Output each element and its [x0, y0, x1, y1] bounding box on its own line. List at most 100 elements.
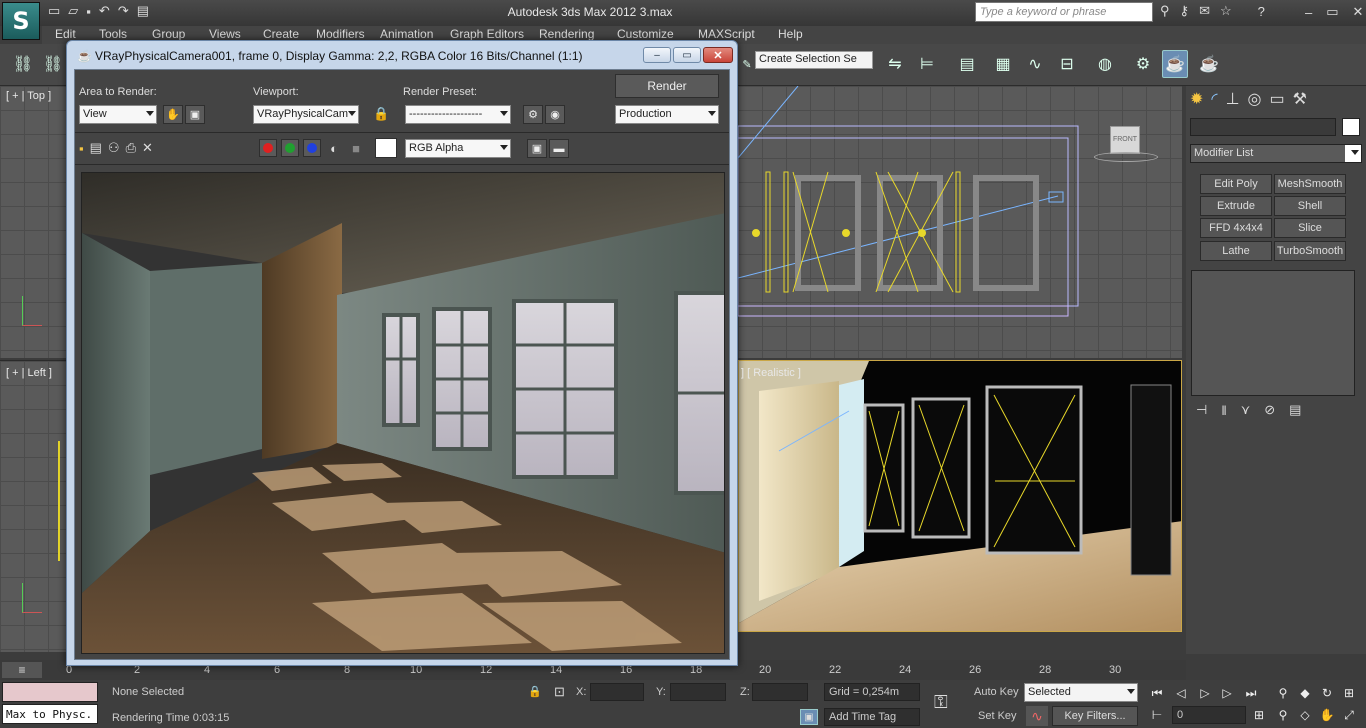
render-setup-icon[interactable]: ⚙: [1130, 50, 1156, 78]
menu-rendering[interactable]: Rendering: [539, 27, 594, 41]
blue-channel-icon[interactable]: [303, 139, 321, 157]
key-mode-dropdown[interactable]: Selected: [1024, 683, 1138, 702]
previous-frame-icon[interactable]: ◁: [1172, 684, 1190, 702]
binoculars-icon[interactable]: ⚲: [1160, 3, 1170, 19]
align-icon[interactable]: ⊨: [914, 50, 940, 78]
field-of-view-icon[interactable]: ⊞: [1340, 684, 1358, 702]
rendered-image[interactable]: [81, 172, 725, 654]
schematic-view-icon[interactable]: ⊟: [1054, 50, 1080, 78]
production-dropdown[interactable]: Production: [615, 105, 719, 124]
key-tangent-icon[interactable]: ∿: [1026, 706, 1048, 726]
modify-tab-icon[interactable]: ◜: [1211, 89, 1217, 109]
menu-customize[interactable]: Customize: [617, 27, 674, 41]
render-preset-dropdown[interactable]: --------------------: [405, 105, 511, 124]
menu-maxscript[interactable]: MAXScript: [698, 27, 755, 41]
z-coordinate-field[interactable]: [752, 683, 808, 701]
x-coordinate-field[interactable]: [590, 683, 644, 701]
viewport-left-label[interactable]: [ + | Left ]: [6, 367, 52, 379]
green-channel-icon[interactable]: [281, 139, 299, 157]
maximize-icon[interactable]: ▭: [1326, 4, 1338, 20]
toggle-ui-overlay-icon[interactable]: ▣: [527, 139, 547, 158]
motion-tab-icon[interactable]: ◎: [1248, 89, 1262, 109]
viewport-top-left-strip[interactable]: [ + | Top ]: [0, 86, 66, 358]
menu-edit[interactable]: Edit: [55, 27, 76, 41]
key-filters-button[interactable]: Key Filters...: [1052, 706, 1138, 726]
menu-animation[interactable]: Animation: [380, 27, 433, 41]
modifier-shell-button[interactable]: Shell: [1274, 196, 1346, 216]
menu-help[interactable]: Help: [778, 27, 803, 41]
modifier-meshsmooth-button[interactable]: MeshSmooth: [1274, 174, 1346, 194]
add-time-tag-field[interactable]: Add Time Tag: [824, 708, 920, 726]
auto-key-button[interactable]: Auto Key: [974, 686, 1019, 698]
utilities-tab-icon[interactable]: ⚒: [1293, 89, 1307, 109]
project-folder-icon[interactable]: ▤: [137, 3, 149, 19]
curve-editor-icon[interactable]: ∿: [1022, 50, 1048, 78]
viewport-dropdown[interactable]: VRayPhysicalCam: [253, 105, 359, 124]
redo-icon[interactable]: ↷: [118, 3, 129, 19]
modifier-turbosmooth-button[interactable]: TurboSmooth: [1274, 241, 1346, 261]
zoom-icon[interactable]: ⚲: [1274, 684, 1292, 702]
communication-icon[interactable]: ✉: [1199, 3, 1210, 19]
selection-lock-icon[interactable]: 🔒: [528, 685, 542, 698]
help-icon[interactable]: ?: [1258, 3, 1265, 19]
layer-manager-icon[interactable]: ▤: [954, 50, 980, 78]
render-window-titlebar[interactable]: ☕ VRayPhysicalCamera001, frame 0, Displa…: [73, 45, 733, 67]
go-to-start-icon[interactable]: ⏮: [1148, 684, 1166, 702]
copy-image-icon[interactable]: ▤: [90, 140, 102, 156]
environment-effects-icon[interactable]: ◉: [545, 105, 565, 124]
zoom-extents-all-icon[interactable]: ◇: [1296, 706, 1314, 724]
named-selection-set-dropdown[interactable]: Create Selection Se: [755, 51, 873, 69]
show-end-result-icon[interactable]: ‖: [1221, 402, 1226, 418]
viewcube-ring-icon[interactable]: [1094, 152, 1158, 162]
modifier-list-dropdown[interactable]: Modifier List: [1190, 144, 1362, 163]
modifier-edit-poly-button[interactable]: Edit Poly: [1200, 174, 1272, 194]
viewport-top[interactable]: FRONT: [738, 86, 1182, 358]
modifier-lathe-button[interactable]: Lathe: [1200, 241, 1272, 261]
time-config-icon[interactable]: ⊞: [1250, 706, 1268, 724]
rendered-frame-window-icon[interactable]: ☕: [1162, 50, 1188, 78]
make-unique-icon[interactable]: ⋎: [1241, 402, 1251, 418]
menu-graph-editors[interactable]: Graph Editors: [450, 27, 524, 41]
mirror-icon[interactable]: ⇋: [882, 50, 908, 78]
zoom-all-icon[interactable]: ⚲: [1274, 706, 1292, 724]
edit-region-icon[interactable]: ✋: [163, 105, 183, 124]
mini-curve-editor-icon[interactable]: ≡: [2, 662, 42, 678]
display-tab-icon[interactable]: ▭: [1270, 89, 1285, 109]
toggle-ui-icon[interactable]: ▬: [549, 139, 569, 158]
menu-tools[interactable]: Tools: [99, 27, 127, 41]
save-file-icon[interactable]: ▪: [86, 3, 91, 19]
menu-create[interactable]: Create: [263, 27, 299, 41]
viewport-realistic[interactable]: ] [ Realistic ]: [738, 360, 1182, 632]
alpha-channel-icon[interactable]: ◐: [325, 139, 343, 157]
render-window-minimize-icon[interactable]: –: [643, 47, 671, 63]
material-editor-icon[interactable]: ◍: [1092, 50, 1118, 78]
maxscript-mini-listener[interactable]: Max to Physc.: [2, 704, 98, 724]
current-frame-field[interactable]: 0: [1172, 706, 1246, 724]
area-to-render-dropdown[interactable]: View: [79, 105, 157, 124]
object-color-swatch[interactable]: [1342, 118, 1360, 136]
minimize-icon[interactable]: –: [1305, 4, 1312, 20]
viewport-top-label[interactable]: [ + | Top ]: [6, 90, 51, 102]
favorites-star-icon[interactable]: ☆: [1220, 3, 1232, 19]
pin-stack-icon[interactable]: ⊣: [1196, 402, 1207, 418]
clone-window-icon[interactable]: ⚇: [108, 140, 120, 156]
viewport-realistic-label[interactable]: ] [ Realistic ]: [741, 367, 801, 379]
subscription-icon[interactable]: ⚷: [1180, 3, 1190, 19]
menu-views[interactable]: Views: [209, 27, 241, 41]
render-production-icon[interactable]: ☕: [1196, 50, 1222, 78]
object-name-field[interactable]: [1190, 118, 1336, 136]
app-logo-icon[interactable]: S: [2, 2, 40, 40]
auto-region-icon[interactable]: ▣: [185, 105, 205, 124]
hierarchy-tab-icon[interactable]: ⊥: [1226, 89, 1240, 109]
remove-modifier-icon[interactable]: ⊘: [1264, 402, 1275, 418]
menu-modifiers[interactable]: Modifiers: [316, 27, 365, 41]
maximize-viewport-icon[interactable]: ⤢: [1340, 706, 1358, 724]
render-button[interactable]: Render: [615, 74, 719, 98]
time-tag-icon[interactable]: ▣: [800, 709, 818, 725]
search-input[interactable]: Type a keyword or phrase: [975, 2, 1153, 22]
edit-named-selection-icon[interactable]: ✎: [742, 50, 752, 78]
graphite-tools-icon[interactable]: ▦: [990, 50, 1016, 78]
play-icon[interactable]: ▷: [1196, 684, 1214, 702]
configure-modifier-sets-icon[interactable]: ▤: [1289, 402, 1301, 418]
swatch-color[interactable]: [375, 138, 397, 158]
